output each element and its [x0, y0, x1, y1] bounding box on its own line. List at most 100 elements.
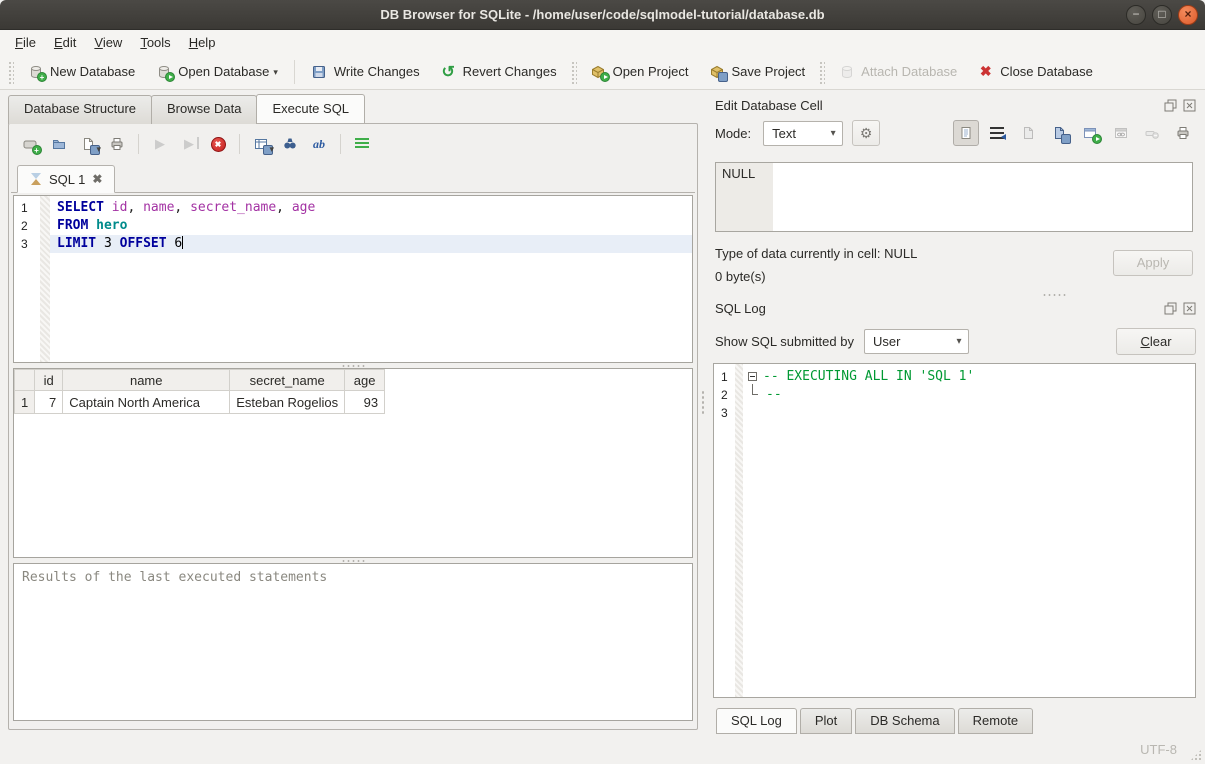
close-dock-icon[interactable] — [1183, 99, 1196, 112]
toolbar-grip[interactable] — [818, 60, 825, 84]
tab-remote[interactable]: Remote — [958, 708, 1034, 734]
line-number: 3 — [714, 404, 746, 422]
format-sql-button[interactable]: ab — [306, 131, 332, 157]
table-cell[interactable]: Esteban Rogelios — [230, 391, 345, 414]
copy-link-button[interactable] — [1108, 120, 1134, 146]
hourglass-icon — [30, 172, 42, 186]
float-dock-icon[interactable] — [1164, 302, 1177, 315]
tab-database-structure[interactable]: Database Structure — [8, 95, 152, 124]
open-sql-file-button[interactable] — [46, 131, 72, 157]
code-line[interactable]: FROM hero — [50, 217, 692, 235]
new-database-button[interactable]: + New Database — [17, 59, 145, 84]
table-cell[interactable]: 7 — [35, 391, 63, 414]
execute-line-button[interactable]: ▶ — [176, 131, 202, 157]
auto-indent-button[interactable] — [349, 131, 375, 157]
clear-log-button[interactable]: Clear — [1116, 328, 1196, 355]
revert-changes-button[interactable]: ↺ Revert Changes — [430, 59, 567, 84]
find-button[interactable] — [277, 131, 303, 157]
column-header[interactable]: age — [345, 370, 385, 391]
float-dock-icon[interactable] — [1164, 99, 1177, 112]
results-message-splitter[interactable] — [11, 558, 695, 563]
execute-line-icon: ▶ — [184, 136, 194, 152]
export-data-button[interactable] — [1046, 120, 1072, 146]
open-project-button[interactable]: Open Project — [580, 59, 699, 84]
print-cell-button[interactable] — [1170, 120, 1196, 146]
table-row[interactable]: 17Captain North AmericaEsteban Rogelios9… — [15, 391, 385, 414]
row-number: 1 — [15, 391, 35, 414]
stop-execution-button[interactable]: ✖ — [205, 131, 231, 157]
column-header[interactable]: id — [35, 370, 63, 391]
menu-edit[interactable]: Edit — [45, 32, 85, 53]
log-line[interactable]: -- — [746, 386, 1195, 404]
cell-size-info: 0 byte(s) — [715, 265, 1113, 288]
execute-all-button[interactable]: ▶ — [147, 131, 173, 157]
new-sql-tab-button[interactable]: + — [17, 131, 43, 157]
log-filter-select[interactable]: User ▾ — [864, 329, 969, 354]
toolbar-grip[interactable] — [570, 60, 577, 84]
text-mode-button[interactable] — [953, 120, 979, 146]
dock-splitter[interactable] — [712, 292, 1196, 297]
print-sql-button[interactable] — [104, 131, 130, 157]
close-tab-icon[interactable]: ✖ — [92, 172, 102, 186]
encoding-indicator[interactable]: UTF-8 — [1140, 742, 1177, 757]
tab-plot[interactable]: Plot — [800, 708, 852, 734]
code-line[interactable]: SELECT id, name, secret_name, age — [50, 199, 692, 217]
edit-cell-title: Edit Database Cell — [715, 98, 1158, 113]
fold-collapse-icon[interactable] — [748, 372, 757, 381]
editor-results-splitter[interactable] — [11, 363, 695, 368]
execution-message-panel[interactable]: Results of the last executed statements — [13, 563, 693, 721]
attach-database-button[interactable]: Attach Database — [828, 59, 967, 84]
save-sql-file-button[interactable]: ▾ — [75, 131, 101, 157]
tab-db-schema[interactable]: DB Schema — [855, 708, 954, 734]
log-line[interactable] — [746, 404, 1195, 422]
line-number: 2 — [14, 217, 50, 235]
tab-execute-sql[interactable]: Execute SQL — [256, 94, 365, 123]
open-external-button[interactable] — [1077, 120, 1103, 146]
titlebar[interactable]: DB Browser for SQLite - /home/user/code/… — [0, 0, 1205, 30]
menu-view[interactable]: View — [85, 32, 131, 53]
toolbar-grip[interactable] — [7, 60, 14, 84]
dock-tab-bar: SQL Log Plot DB Schema Remote — [716, 708, 1196, 734]
menu-help[interactable]: Help — [180, 32, 225, 53]
code-line[interactable]: LIMIT 3 OFFSET 6 — [50, 235, 692, 253]
sql-code-editor[interactable]: 1SELECT id, name, secret_name, age2FROM … — [13, 195, 693, 363]
mode-select[interactable]: Text ▾ — [763, 121, 843, 146]
menu-file[interactable]: File — [6, 32, 45, 53]
log-line[interactable]: -- EXECUTING ALL IN 'SQL 1' — [746, 368, 1195, 386]
import-data-button[interactable] — [1015, 120, 1041, 146]
print-icon — [109, 136, 126, 153]
auto-format-button[interactable]: ⚙ — [852, 120, 880, 146]
resize-grip[interactable] — [1190, 749, 1202, 761]
open-database-button[interactable]: Open Database ▾ — [145, 59, 288, 84]
sql-file-tab[interactable]: SQL 1 ✖ — [17, 165, 115, 193]
open-database-dropdown-icon[interactable]: ▾ — [273, 67, 278, 78]
write-changes-button[interactable]: Write Changes — [301, 59, 430, 84]
table-cell[interactable]: Captain North America — [63, 391, 230, 414]
sql-log-view[interactable]: 1-- EXECUTING ALL IN 'SQL 1'2--3 — [713, 363, 1196, 698]
panel-splitter[interactable] — [700, 90, 705, 734]
table-cell[interactable]: 93 — [345, 391, 385, 414]
save-project-button[interactable]: Save Project — [698, 59, 815, 84]
apply-button[interactable]: Apply — [1113, 250, 1193, 276]
table-header: idnamesecret_nameage — [15, 370, 385, 391]
link-icon — [1113, 125, 1130, 142]
menu-tools[interactable]: Tools — [131, 32, 179, 53]
tab-sql-log[interactable]: SQL Log — [716, 708, 797, 734]
column-header[interactable]: name — [63, 370, 230, 391]
cell-value-editor[interactable]: NULL — [715, 162, 1193, 232]
set-null-button[interactable] — [1139, 120, 1165, 146]
close-database-button[interactable]: ✖ Close Database — [967, 59, 1103, 84]
close-button[interactable]: × — [1178, 5, 1198, 25]
window-title: DB Browser for SQLite - /home/user/code/… — [380, 7, 824, 22]
save-results-dropdown-icon[interactable]: ▾ — [269, 144, 274, 155]
header-row: idnamesecret_nameage — [15, 370, 385, 391]
column-header[interactable]: secret_name — [230, 370, 345, 391]
maximize-button[interactable]: □ — [1152, 5, 1172, 25]
save-results-button[interactable]: ▾ — [248, 131, 274, 157]
log-text-content: -- — [766, 386, 782, 404]
save-dropdown-icon[interactable]: ▾ — [96, 144, 101, 155]
word-wrap-button[interactable] — [984, 120, 1010, 146]
minimize-button[interactable]: − — [1126, 5, 1146, 25]
tab-browse-data[interactable]: Browse Data — [151, 95, 257, 124]
close-dock-icon[interactable] — [1183, 302, 1196, 315]
